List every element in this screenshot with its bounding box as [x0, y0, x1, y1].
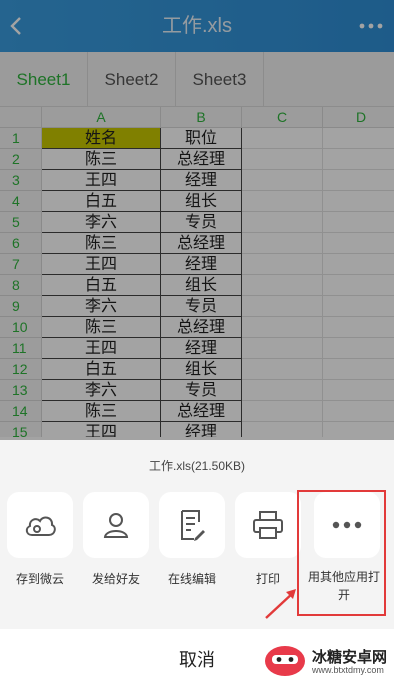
- action-label: 发给好友: [91, 572, 140, 586]
- file-info: 工作.xls(21.50KB): [148, 459, 246, 473]
- online-edit-button[interactable]: 在线编辑: [159, 492, 225, 588]
- action-label: 存到微云: [15, 572, 64, 586]
- action-label: 在线编辑: [167, 572, 216, 586]
- printer-icon: [253, 511, 283, 539]
- highlight-box: [297, 490, 386, 616]
- edit-document-icon: [181, 510, 205, 541]
- pointer-arrow-icon: [265, 589, 296, 619]
- logo-icon: [265, 646, 305, 676]
- save-to-weiyun-button[interactable]: 存到微云: [7, 492, 73, 588]
- cloud-icon: [25, 516, 56, 536]
- person-icon: [103, 513, 129, 538]
- watermark-logo: 冰糖安卓网 www.btxtdmy.com: [260, 640, 394, 680]
- dim-overlay[interactable]: [0, 0, 394, 440]
- send-to-friend-button[interactable]: 发给好友: [83, 492, 149, 588]
- watermark-url: www.btxtdmy.com: [312, 665, 384, 675]
- watermark-brand: 冰糖安卓网: [312, 649, 388, 666]
- print-button[interactable]: 打印: [235, 492, 301, 588]
